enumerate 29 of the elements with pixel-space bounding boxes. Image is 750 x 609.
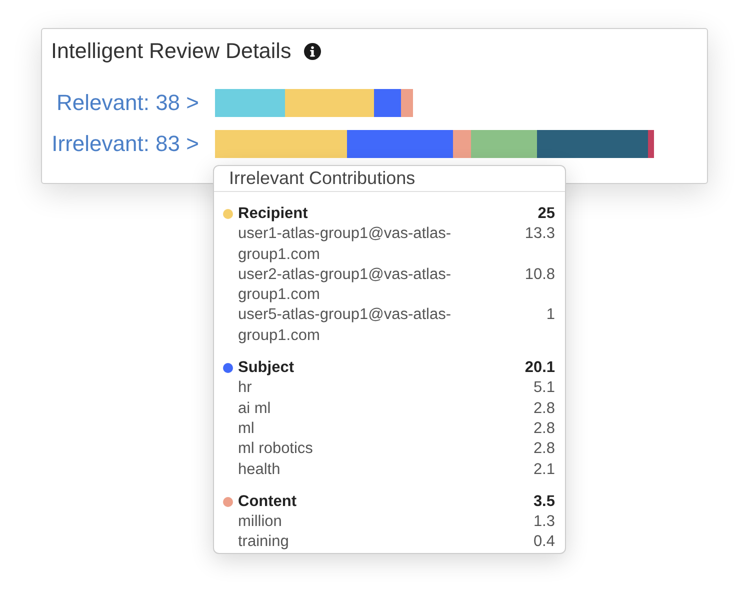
item-value: 5.1 [533,378,555,398]
item-label: ml [238,418,256,439]
group-total: 25 [538,204,555,224]
card-title: Intelligent Review Details [51,38,292,64]
category-link[interactable]: Irrelevant: 83 > [52,131,199,157]
item-value: 2.8 [533,418,555,439]
group-label: Subject [238,358,295,378]
item-label: ml robotics [238,439,314,460]
item-label: health [238,460,282,480]
item-value: 0.4 [533,532,555,552]
item-label: training [238,532,290,552]
item-value: 2.1 [533,460,555,480]
item-label: hr [238,378,253,398]
group-label: Recipient [238,204,309,224]
item-value: 2.8 [533,398,555,419]
item-label: ai ml [238,398,272,419]
group-total: 3.5 [533,492,555,512]
item-label: million [238,512,283,532]
item-value: 1 [546,305,555,326]
item-value: 10.8 [524,264,555,285]
item-value: 2.8 [533,439,555,460]
tooltip-title: Irrelevant Contributions [229,168,416,189]
item-label: user5-atlas-group1@vas-atlas-group1.com [238,305,452,346]
group-label: Content [238,492,298,512]
info-icon[interactable] [304,42,322,60]
item-value: 13.3 [524,224,555,244]
category-link[interactable]: Relevant: 38 > [56,90,199,116]
item-value: 1.3 [533,512,555,532]
group-total: 20.1 [524,358,555,378]
